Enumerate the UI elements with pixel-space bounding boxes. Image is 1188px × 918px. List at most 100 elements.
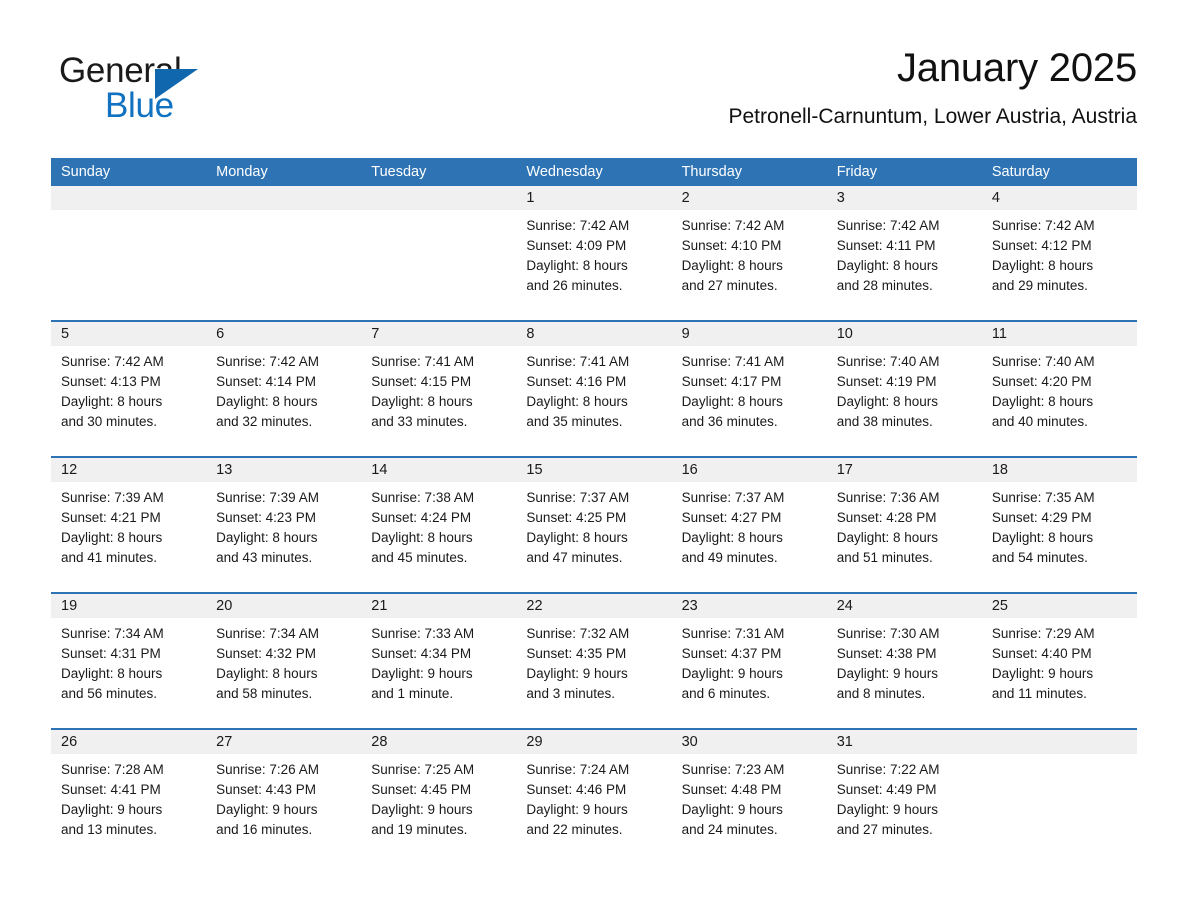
day-cell[interactable]: Sunrise: 7:23 AM Sunset: 4:48 PM Daylight:… <box>672 754 827 864</box>
date-number-empty <box>361 186 516 210</box>
day-cell[interactable]: Sunrise: 7:24 AM Sunset: 4:46 PM Daylight:… <box>516 754 671 864</box>
day-cell[interactable]: Sunrise: 7:39 AM Sunset: 4:23 PM Daylight:… <box>206 482 361 592</box>
date-number[interactable]: 1 <box>516 186 671 210</box>
date-number[interactable]: 25 <box>982 594 1137 618</box>
day-cell[interactable]: Sunrise: 7:41 AM Sunset: 4:16 PM Daylight:… <box>516 346 671 456</box>
date-number-empty <box>982 730 1137 754</box>
date-number[interactable]: 6 <box>206 322 361 346</box>
day-info-line: Daylight: 9 hours <box>371 802 473 817</box>
day-cell[interactable]: Sunrise: 7:40 AM Sunset: 4:19 PM Daylight:… <box>827 346 982 456</box>
date-number[interactable]: 28 <box>361 730 516 754</box>
date-number[interactable]: 10 <box>827 322 982 346</box>
date-number[interactable]: 4 <box>982 186 1137 210</box>
day-info-line: and 28 minutes. <box>836 278 933 293</box>
date-number[interactable]: 9 <box>672 322 827 346</box>
date-number[interactable]: 3 <box>827 186 982 210</box>
weekday-header-sunday: Sunday <box>61 164 111 180</box>
day-cell[interactable]: Sunrise: 7:25 AM Sunset: 4:45 PM Daylight:… <box>361 754 516 864</box>
day-info-line: Daylight: 8 hours <box>216 666 318 681</box>
day-cell[interactable]: Sunrise: 7:42 AM Sunset: 4:12 PM Daylight:… <box>982 210 1137 320</box>
day-cell[interactable]: Sunrise: 7:36 AM Sunset: 4:28 PM Daylight:… <box>827 482 982 592</box>
date-number[interactable]: 11 <box>982 322 1137 346</box>
day-info-line: Daylight: 8 hours <box>991 258 1094 273</box>
day-info-line: Sunrise: 7:41 AM <box>526 354 630 369</box>
day-info-line: Sunset: 4:35 PM <box>526 646 627 661</box>
calendar-week-row: 26 27 28 29 30 31 Sunrise: 7:28 AM Sunset: 4:41… <box>51 728 1137 864</box>
calendar-grid: Sunday Monday Tuesday Wednesday Thursday Frid… <box>51 158 1137 864</box>
day-info-line: Sunrise: 7:35 AM <box>991 490 1095 505</box>
day-info-line: Sunset: 4:43 PM <box>216 782 316 797</box>
day-cell[interactable]: Sunrise: 7:35 AM Sunset: 4:29 PM Daylight:… <box>982 482 1137 592</box>
date-number[interactable]: 16 <box>672 458 827 482</box>
day-info-line: Sunrise: 7:39 AM <box>61 490 164 505</box>
day-cell[interactable]: Sunrise: 7:34 AM Sunset: 4:32 PM Daylight:… <box>206 618 361 728</box>
date-number[interactable]: 17 <box>827 458 982 482</box>
day-info-line: Daylight: 8 hours <box>991 530 1094 545</box>
day-info-line: and 36 minutes. <box>681 414 778 429</box>
day-cell[interactable]: Sunrise: 7:26 AM Sunset: 4:43 PM Daylight:… <box>206 754 361 864</box>
day-cell[interactable]: Sunrise: 7:38 AM Sunset: 4:24 PM Daylight:… <box>361 482 516 592</box>
day-info-line: and 29 minutes. <box>991 278 1088 293</box>
date-number[interactable]: 14 <box>361 458 516 482</box>
day-info-line: Sunrise: 7:30 AM <box>836 626 940 641</box>
date-number-empty <box>206 186 361 210</box>
date-number[interactable]: 21 <box>361 594 516 618</box>
day-cell[interactable]: Sunrise: 7:30 AM Sunset: 4:38 PM Daylight:… <box>827 618 982 728</box>
day-cell[interactable]: Sunrise: 7:37 AM Sunset: 4:27 PM Daylight:… <box>672 482 827 592</box>
date-number[interactable]: 13 <box>206 458 361 482</box>
date-number[interactable]: 30 <box>672 730 827 754</box>
day-cell[interactable]: Sunrise: 7:34 AM Sunset: 4:31 PM Daylight:… <box>51 618 206 728</box>
day-info-line: Sunrise: 7:34 AM <box>216 626 319 641</box>
day-cell[interactable]: Sunrise: 7:42 AM Sunset: 4:09 PM Daylight:… <box>516 210 671 320</box>
day-info-line: Daylight: 8 hours <box>526 258 628 273</box>
day-cell[interactable]: Sunrise: 7:41 AM Sunset: 4:15 PM Daylight:… <box>361 346 516 456</box>
day-info-line: Daylight: 8 hours <box>61 666 163 681</box>
date-number[interactable]: 7 <box>361 322 516 346</box>
date-number[interactable]: 29 <box>516 730 671 754</box>
date-number[interactable]: 15 <box>516 458 671 482</box>
day-cell[interactable]: Sunrise: 7:39 AM Sunset: 4:21 PM Daylight:… <box>51 482 206 592</box>
date-number[interactable]: 18 <box>982 458 1137 482</box>
day-cell[interactable]: Sunrise: 7:42 AM Sunset: 4:14 PM Daylight:… <box>206 346 361 456</box>
day-info-line: and 26 minutes. <box>526 278 623 293</box>
date-number[interactable]: 8 <box>516 322 671 346</box>
day-cell[interactable]: Sunrise: 7:40 AM Sunset: 4:20 PM Daylight:… <box>982 346 1137 456</box>
date-number[interactable]: 31 <box>827 730 982 754</box>
day-cell[interactable]: Sunrise: 7:28 AM Sunset: 4:41 PM Daylight:… <box>51 754 206 864</box>
date-number[interactable]: 27 <box>206 730 361 754</box>
day-info-line: Daylight: 8 hours <box>61 530 163 545</box>
day-info-line: and 3 minutes. <box>526 686 615 701</box>
day-info-line: Sunset: 4:29 PM <box>991 510 1092 525</box>
day-info-line: Daylight: 8 hours <box>836 530 939 545</box>
day-cell[interactable]: Sunrise: 7:42 AM Sunset: 4:13 PM Daylight:… <box>51 346 206 456</box>
day-info-line: Sunrise: 7:33 AM <box>371 626 475 641</box>
day-cell[interactable]: Sunrise: 7:32 AM Sunset: 4:35 PM Daylight:… <box>516 618 671 728</box>
day-info-line: Sunset: 4:49 PM <box>836 782 937 797</box>
date-number[interactable]: 24 <box>827 594 982 618</box>
day-cell[interactable]: Sunrise: 7:29 AM Sunset: 4:40 PM Daylight:… <box>982 618 1137 728</box>
day-info-line: and 58 minutes. <box>216 686 313 701</box>
day-cell[interactable]: Sunrise: 7:22 AM Sunset: 4:49 PM Daylight:… <box>827 754 982 864</box>
date-number[interactable]: 12 <box>51 458 206 482</box>
date-number[interactable]: 20 <box>206 594 361 618</box>
day-cell[interactable]: Sunrise: 7:37 AM Sunset: 4:25 PM Daylight:… <box>516 482 671 592</box>
date-number[interactable]: 26 <box>51 730 206 754</box>
date-number[interactable]: 19 <box>51 594 206 618</box>
day-info-line: and 38 minutes. <box>836 414 933 429</box>
day-info-line: Sunset: 4:20 PM <box>991 374 1092 389</box>
day-info-line: Daylight: 9 hours <box>526 802 628 817</box>
day-cell[interactable]: Sunrise: 7:42 AM Sunset: 4:11 PM Daylight:… <box>827 210 982 320</box>
date-number[interactable]: 2 <box>672 186 827 210</box>
date-number[interactable]: 22 <box>516 594 671 618</box>
day-info-line: Sunset: 4:15 PM <box>371 374 472 389</box>
date-number[interactable]: 5 <box>51 322 206 346</box>
day-cell[interactable]: Sunrise: 7:42 AM Sunset: 4:10 PM Daylight:… <box>672 210 827 320</box>
day-cell[interactable]: Sunrise: 7:41 AM Sunset: 4:17 PM Daylight:… <box>672 346 827 456</box>
day-cell[interactable]: Sunrise: 7:33 AM Sunset: 4:34 PM Daylight:… <box>361 618 516 728</box>
day-cell-empty <box>206 210 361 320</box>
brand-logo[interactable]: General Blue <box>59 52 389 132</box>
date-number[interactable]: 23 <box>672 594 827 618</box>
day-cell[interactable]: Sunrise: 7:31 AM Sunset: 4:37 PM Daylight:… <box>672 618 827 728</box>
day-info-line: Sunrise: 7:42 AM <box>836 218 940 233</box>
day-info-line: Daylight: 8 hours <box>526 530 628 545</box>
